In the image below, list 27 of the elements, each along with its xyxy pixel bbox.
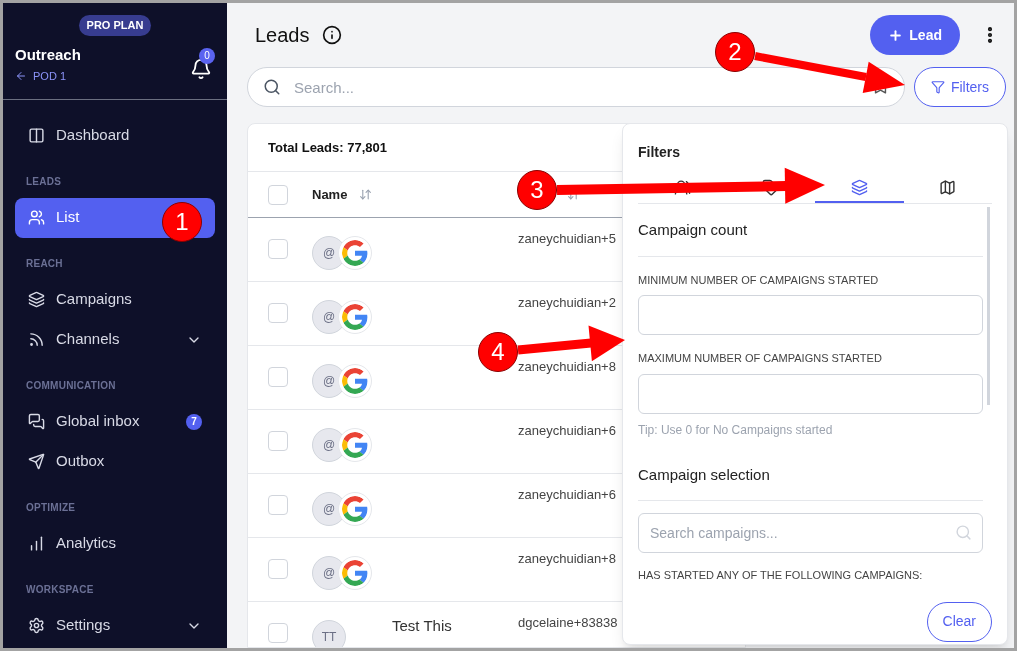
field-label: MAXIMUM NUMBER OF CAMPAIGNS STARTED: [638, 351, 883, 366]
notification-badge: 0: [199, 47, 215, 64]
avatar: TT: [312, 620, 346, 647]
section-heading: LEADS: [25, 174, 63, 189]
tip-text: Tip: Use 0 for No Campaigns started: [638, 421, 834, 439]
lead-email: zaneychuidian+8: [518, 550, 616, 568]
lead-email: zaneychuidian+2: [518, 294, 616, 312]
section-heading: WORKSPACE: [25, 582, 95, 597]
lead-email: zaneychuidian+6: [518, 486, 616, 504]
lead-email: zaneychuidian+8: [518, 358, 616, 376]
count-badge: 7: [186, 413, 202, 430]
lead-email: dgcelaine+83838: [518, 614, 618, 632]
workspace-name: Outreach: [15, 44, 81, 65]
section-heading: REACH: [25, 256, 64, 271]
lead-email: zaneychuidian+6: [518, 422, 616, 440]
field-label: MINIMUM NUMBER OF CAMPAIGNS STARTED: [638, 272, 880, 288]
plan-badge: PRO PLAN: [78, 15, 152, 36]
field-label: HAS STARTED ANY OF THE FOLLOWING CAMPAIGNS:: [638, 568, 924, 583]
lead-email: zaneychuidian+5: [518, 230, 616, 248]
lead-name: Test This: [392, 615, 452, 636]
page-title: Leads: [255, 23, 310, 48]
section-heading: COMMUNICATION: [25, 378, 117, 393]
section-title: Campaign selection: [638, 463, 983, 501]
panel-title: Filters: [638, 143, 681, 162]
section-title: Campaign count: [638, 219, 983, 257]
total-leads: Total Leads: 77,801: [268, 138, 387, 157]
section-heading: OPTIMIZE: [25, 500, 77, 515]
